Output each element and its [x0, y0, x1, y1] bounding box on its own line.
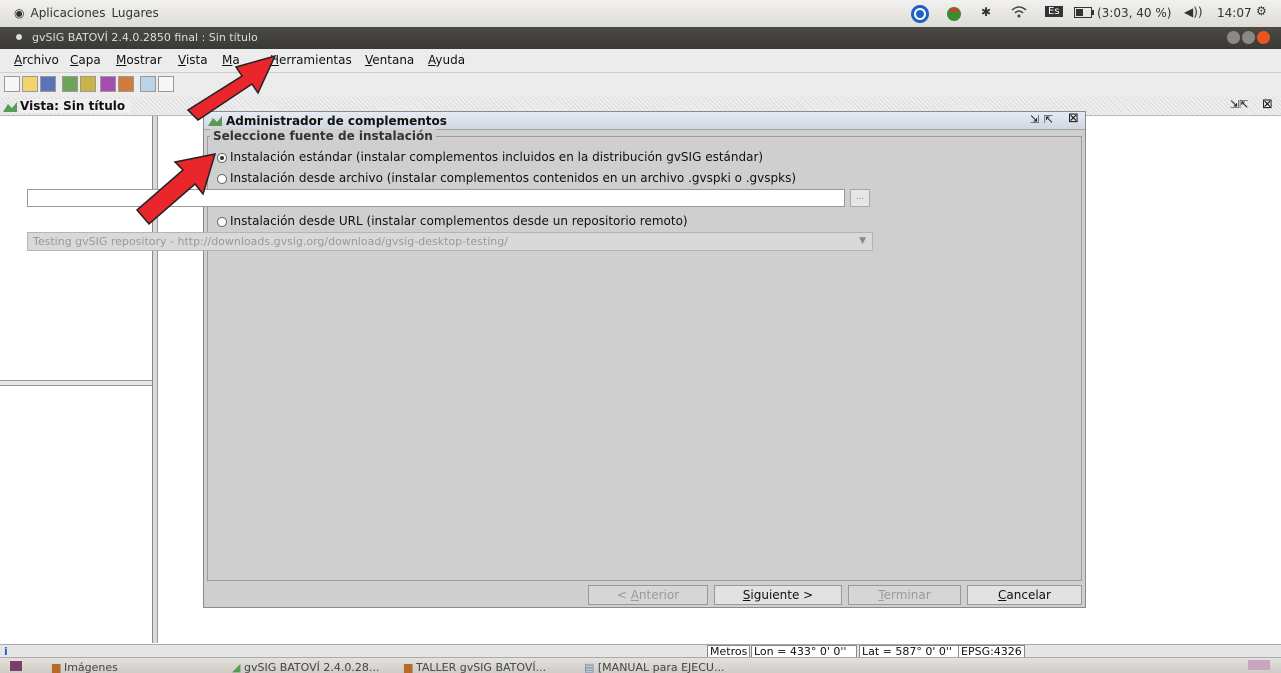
open-project-icon[interactable]	[22, 76, 38, 92]
dialog-maximize-icon[interactable]: ⇱	[1044, 113, 1053, 126]
task-taller[interactable]: ▆ TALLER gvSIG BATOVÍ...	[404, 661, 546, 673]
cancel-button[interactable]: Cancelar	[967, 585, 1082, 605]
tool-icon[interactable]	[140, 76, 156, 92]
update-icon[interactable]	[944, 4, 964, 27]
view-restore-icon[interactable]: ⇲⇱	[1230, 98, 1248, 111]
battery-status: (3:03, 40 %)	[1097, 6, 1172, 20]
text-file-icon: ▤	[584, 661, 598, 673]
clock[interactable]: 14:07	[1217, 6, 1252, 20]
annotation-arrow-menu	[186, 54, 277, 121]
task-imagenes[interactable]: ▆ Imágenes	[52, 661, 118, 673]
label-url[interactable]: Instalación desde URL (instalar compleme…	[230, 214, 688, 228]
settings-gear-icon[interactable]: ⚙	[1256, 4, 1267, 18]
layer-style-icon[interactable]	[100, 76, 116, 92]
menu-ventana[interactable]: Ventana	[365, 53, 414, 67]
document-icon: ▆	[404, 661, 416, 673]
finish-button[interactable]: Terminar	[848, 585, 961, 605]
save-project-icon[interactable]	[40, 76, 56, 92]
minimize-button[interactable]	[1227, 31, 1240, 44]
volume-icon[interactable]: ◀))	[1184, 5, 1203, 19]
next-button[interactable]: Siguiente >	[714, 585, 842, 605]
menu-mostrar[interactable]: Mostrar	[116, 53, 162, 67]
back-button[interactable]: < Anterior	[588, 585, 708, 605]
window-title: gvSIG BATOVÍ 2.4.0.2850 final : Sin títu…	[32, 31, 258, 44]
dialog-minimize-icon[interactable]: ⇲	[1030, 113, 1039, 126]
view-title: Vista: Sin título	[20, 99, 132, 113]
bluetooth-icon[interactable]: ✱	[981, 5, 991, 19]
window-dot-icon	[16, 34, 22, 40]
toc-divider[interactable]	[0, 380, 152, 386]
close-button[interactable]	[1257, 31, 1270, 44]
menu-aplicaciones[interactable]: Aplicaciones	[30, 6, 105, 20]
menu-archivo[interactable]: Archivo	[14, 53, 59, 67]
addons-manager-dialog: Administrador de complementos ⇲ ⇱ ⊠ Sele…	[203, 111, 1086, 608]
gvsig-icon: ◢	[232, 661, 244, 673]
annotation-arrow-option	[135, 153, 217, 226]
repository-selected-value: Testing gvSIG repository - http://downlo…	[33, 235, 508, 248]
add-layer-icon[interactable]	[62, 76, 78, 92]
system-top-panel: ◉ Aplicaciones Lugares ✱ Es (3:03, 40 %) ◀…	[0, 0, 1281, 28]
browse-button[interactable]: ...	[850, 189, 870, 207]
keyboard-layout-indicator[interactable]: Es	[1045, 6, 1063, 17]
apps-menu[interactable]: ◉ Aplicaciones Lugares	[14, 6, 165, 20]
export-icon[interactable]	[118, 76, 134, 92]
frame-icon[interactable]	[158, 76, 174, 92]
label-standard[interactable]: Instalación estándar (instalar complemen…	[230, 150, 763, 164]
network-app-icon[interactable]	[910, 4, 930, 27]
status-bar: i Metros Lon = 433° 0' 0'' Lat = 587° 0'…	[0, 644, 1281, 659]
view-close-icon[interactable]: ⊠	[1262, 97, 1273, 112]
task-gvsig[interactable]: ◢ gvSIG BATOVÍ 2.4.0.28...	[232, 661, 379, 673]
label-file[interactable]: Instalación desde archivo (instalar comp…	[230, 171, 796, 185]
download-icon[interactable]	[80, 76, 96, 92]
workspace-switcher-icon[interactable]	[1248, 660, 1270, 670]
ubuntu-logo-icon: ◉	[14, 6, 25, 20]
menu-lugares[interactable]: Lugares	[111, 6, 158, 20]
dialog-close-icon[interactable]: ⊠	[1068, 111, 1079, 126]
battery-icon[interactable]	[1074, 7, 1094, 21]
task-manual[interactable]: ▤ [MANUAL para EJECU...	[584, 661, 724, 673]
folder-icon: ▆	[52, 661, 64, 673]
chevron-down-icon: ▼	[859, 236, 866, 246]
menu-capa[interactable]: Capa	[70, 53, 101, 67]
show-desktop-icon[interactable]	[10, 661, 22, 671]
dialog-titlebar[interactable]: Administrador de complementos ⇲ ⇱ ⊠	[204, 111, 1085, 130]
wifi-icon[interactable]	[1011, 5, 1027, 22]
taskbar: ▆ Imágenes ◢ gvSIG BATOVÍ 2.4.0.28... ▆ …	[0, 657, 1281, 673]
view-map-icon	[3, 100, 17, 115]
new-project-icon[interactable]	[4, 76, 20, 92]
menu-ayuda[interactable]: Ayuda	[428, 53, 465, 67]
window-titlebar[interactable]: gvSIG BATOVÍ 2.4.0.2850 final : Sin títu…	[0, 27, 1281, 49]
maximize-button[interactable]	[1242, 31, 1255, 44]
source-legend: Seleccione fuente de instalación	[210, 129, 436, 143]
